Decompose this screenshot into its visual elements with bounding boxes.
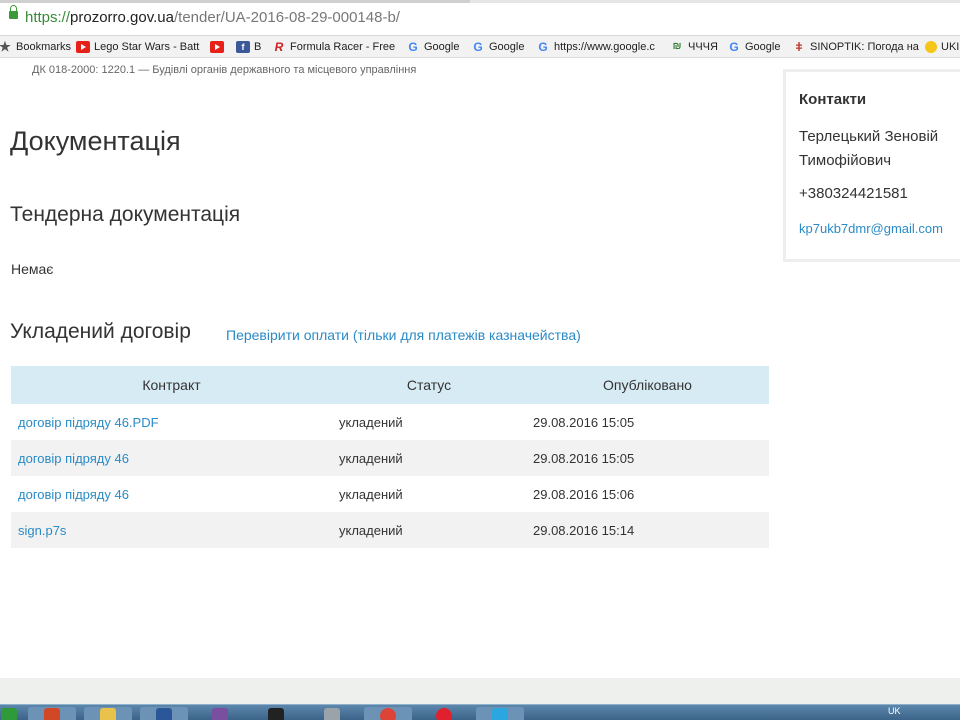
start-button[interactable] — [0, 707, 18, 720]
formula-racer-icon: R — [274, 40, 284, 54]
language-indicator[interactable]: UK — [888, 706, 901, 716]
contact-phone: +380324421581 — [799, 185, 908, 202]
taskbar-app-chrome[interactable] — [364, 707, 412, 720]
bookmark-google-url[interactable]: Ghttps://www.google.c — [536, 39, 655, 55]
taskbar-app-opera[interactable] — [420, 707, 468, 720]
taskbar-app-settings[interactable] — [308, 707, 356, 720]
page-content: ДК 018-2000: 1220.1 — Будівлі органів де… — [0, 58, 960, 678]
folder-icon — [100, 708, 116, 720]
page-footer — [0, 678, 960, 704]
published-cell: 29.08.2016 15:06 — [526, 476, 769, 512]
bookmark-lego-star-wars[interactable]: Lego Star Wars - Batt — [76, 39, 199, 55]
thermometer-icon: ǂ — [795, 40, 803, 54]
contract-link[interactable]: договір підряду 46.PDF — [18, 415, 159, 430]
bookmark-chchchya[interactable]: ₪ ЧЧЧЯ — [670, 39, 718, 55]
contract-cell: договір підряду 46.PDF — [11, 404, 332, 440]
bookmark-uki[interactable]: UKI — [925, 39, 959, 55]
google-icon: G — [473, 40, 483, 54]
bookmark-google-2[interactable]: G Google — [471, 39, 524, 55]
contract-link[interactable]: договір підряду 46 — [18, 451, 129, 466]
contract-title: Укладений договір — [10, 320, 191, 343]
gear-icon — [324, 708, 340, 720]
contract-cell: договір підряду 46 — [11, 440, 332, 476]
table-row: договір підряду 46.PDF укладений 29.08.2… — [11, 404, 769, 440]
contact-email-link[interactable]: kp7ukb7dmr@gmail.com — [799, 221, 943, 236]
youtube-icon — [210, 41, 224, 53]
taskbar-app-skype[interactable] — [476, 707, 524, 720]
star-icon: ★ — [0, 39, 11, 54]
check-payments-link[interactable]: Перевірити оплати (тільки для платежів к… — [226, 327, 581, 343]
header-contract: Контракт — [11, 366, 332, 404]
status-cell: укладений — [332, 404, 526, 440]
taskbar-app-word[interactable] — [140, 707, 188, 720]
contract-link[interactable]: договір підряду 46 — [18, 487, 129, 502]
word-icon — [156, 708, 172, 720]
header-published: Опубліковано — [526, 366, 769, 404]
skype-icon — [492, 708, 508, 720]
game-icon — [268, 708, 284, 720]
contract-cell: договір підряду 46 — [11, 476, 332, 512]
documentation-title: Документація — [10, 126, 181, 156]
contacts-card: Контакти Терлецький Зеновій Тимофійович … — [783, 69, 960, 262]
tender-docs-empty: Немає — [11, 261, 54, 277]
status-cell: укладений — [332, 476, 526, 512]
media-icon — [212, 708, 228, 720]
bookmark-youtube[interactable] — [210, 39, 228, 55]
taskbar-app-powerpoint[interactable] — [28, 707, 76, 720]
table-row: sign.p7s укладений 29.08.2016 15:14 — [11, 512, 769, 548]
taskbar-app-explorer[interactable] — [84, 707, 132, 720]
google-icon: G — [408, 40, 418, 54]
opera-icon — [436, 708, 452, 720]
bookmark-sinoptik[interactable]: ǂ SINOPTIK: Погода на — [792, 39, 918, 55]
youtube-icon — [76, 41, 90, 53]
address-bar[interactable]: https://prozorro.gov.ua/tender/UA-2016-0… — [0, 0, 960, 36]
windows-icon — [1, 708, 17, 720]
lock-icon — [9, 5, 18, 19]
taskbar-app-media[interactable] — [196, 707, 244, 720]
status-cell: укладений — [332, 512, 526, 548]
bookmark-google-3[interactable]: G Google — [727, 39, 780, 55]
classifier-text: ДК 018-2000: 1220.1 — Будівлі органів де… — [32, 64, 417, 76]
bookmark-formula-racer[interactable]: R Formula Racer - Free — [272, 39, 395, 55]
contracts-table: Контракт Статус Опубліковано договір під… — [11, 366, 769, 548]
table-header-row: Контракт Статус Опубліковано — [11, 366, 769, 404]
contacts-title: Контакти — [799, 91, 867, 108]
facebook-icon: f — [236, 41, 250, 53]
published-cell: 29.08.2016 15:05 — [526, 404, 769, 440]
bookmarks-bar: ★ Bookmarks Lego Star Wars - Batt fB R For… — [0, 36, 960, 58]
table-row: договір підряду 46 укладений 29.08.2016 … — [11, 440, 769, 476]
bookmark-bookmarks[interactable]: ★ Bookmarks — [0, 39, 71, 55]
google-icon: G — [729, 40, 739, 54]
chrome-icon — [380, 708, 396, 720]
table-row: договір підряду 46 укладений 29.08.2016 … — [11, 476, 769, 512]
status-cell: укладений — [332, 440, 526, 476]
taskbar-app-game[interactable] — [252, 707, 300, 720]
uki-icon — [925, 41, 937, 53]
taskbar: UK — [0, 704, 960, 720]
tender-docs-title: Тендерна документація — [10, 203, 241, 226]
published-cell: 29.08.2016 15:05 — [526, 440, 769, 476]
gr-icon: ₪ — [672, 41, 682, 52]
contact-person: Терлецький Зеновій Тимофійович — [799, 128, 939, 169]
published-cell: 29.08.2016 15:14 — [526, 512, 769, 548]
url-text[interactable]: https://prozorro.gov.ua/tender/UA-2016-0… — [25, 9, 400, 26]
bookmark-facebook[interactable]: fB — [236, 39, 261, 55]
contract-link[interactable]: sign.p7s — [18, 523, 66, 538]
google-icon: G — [538, 40, 548, 54]
contract-cell: sign.p7s — [11, 512, 332, 548]
powerpoint-icon — [44, 708, 60, 720]
header-status: Статус — [332, 366, 526, 404]
bookmark-google-1[interactable]: G Google — [406, 39, 459, 55]
